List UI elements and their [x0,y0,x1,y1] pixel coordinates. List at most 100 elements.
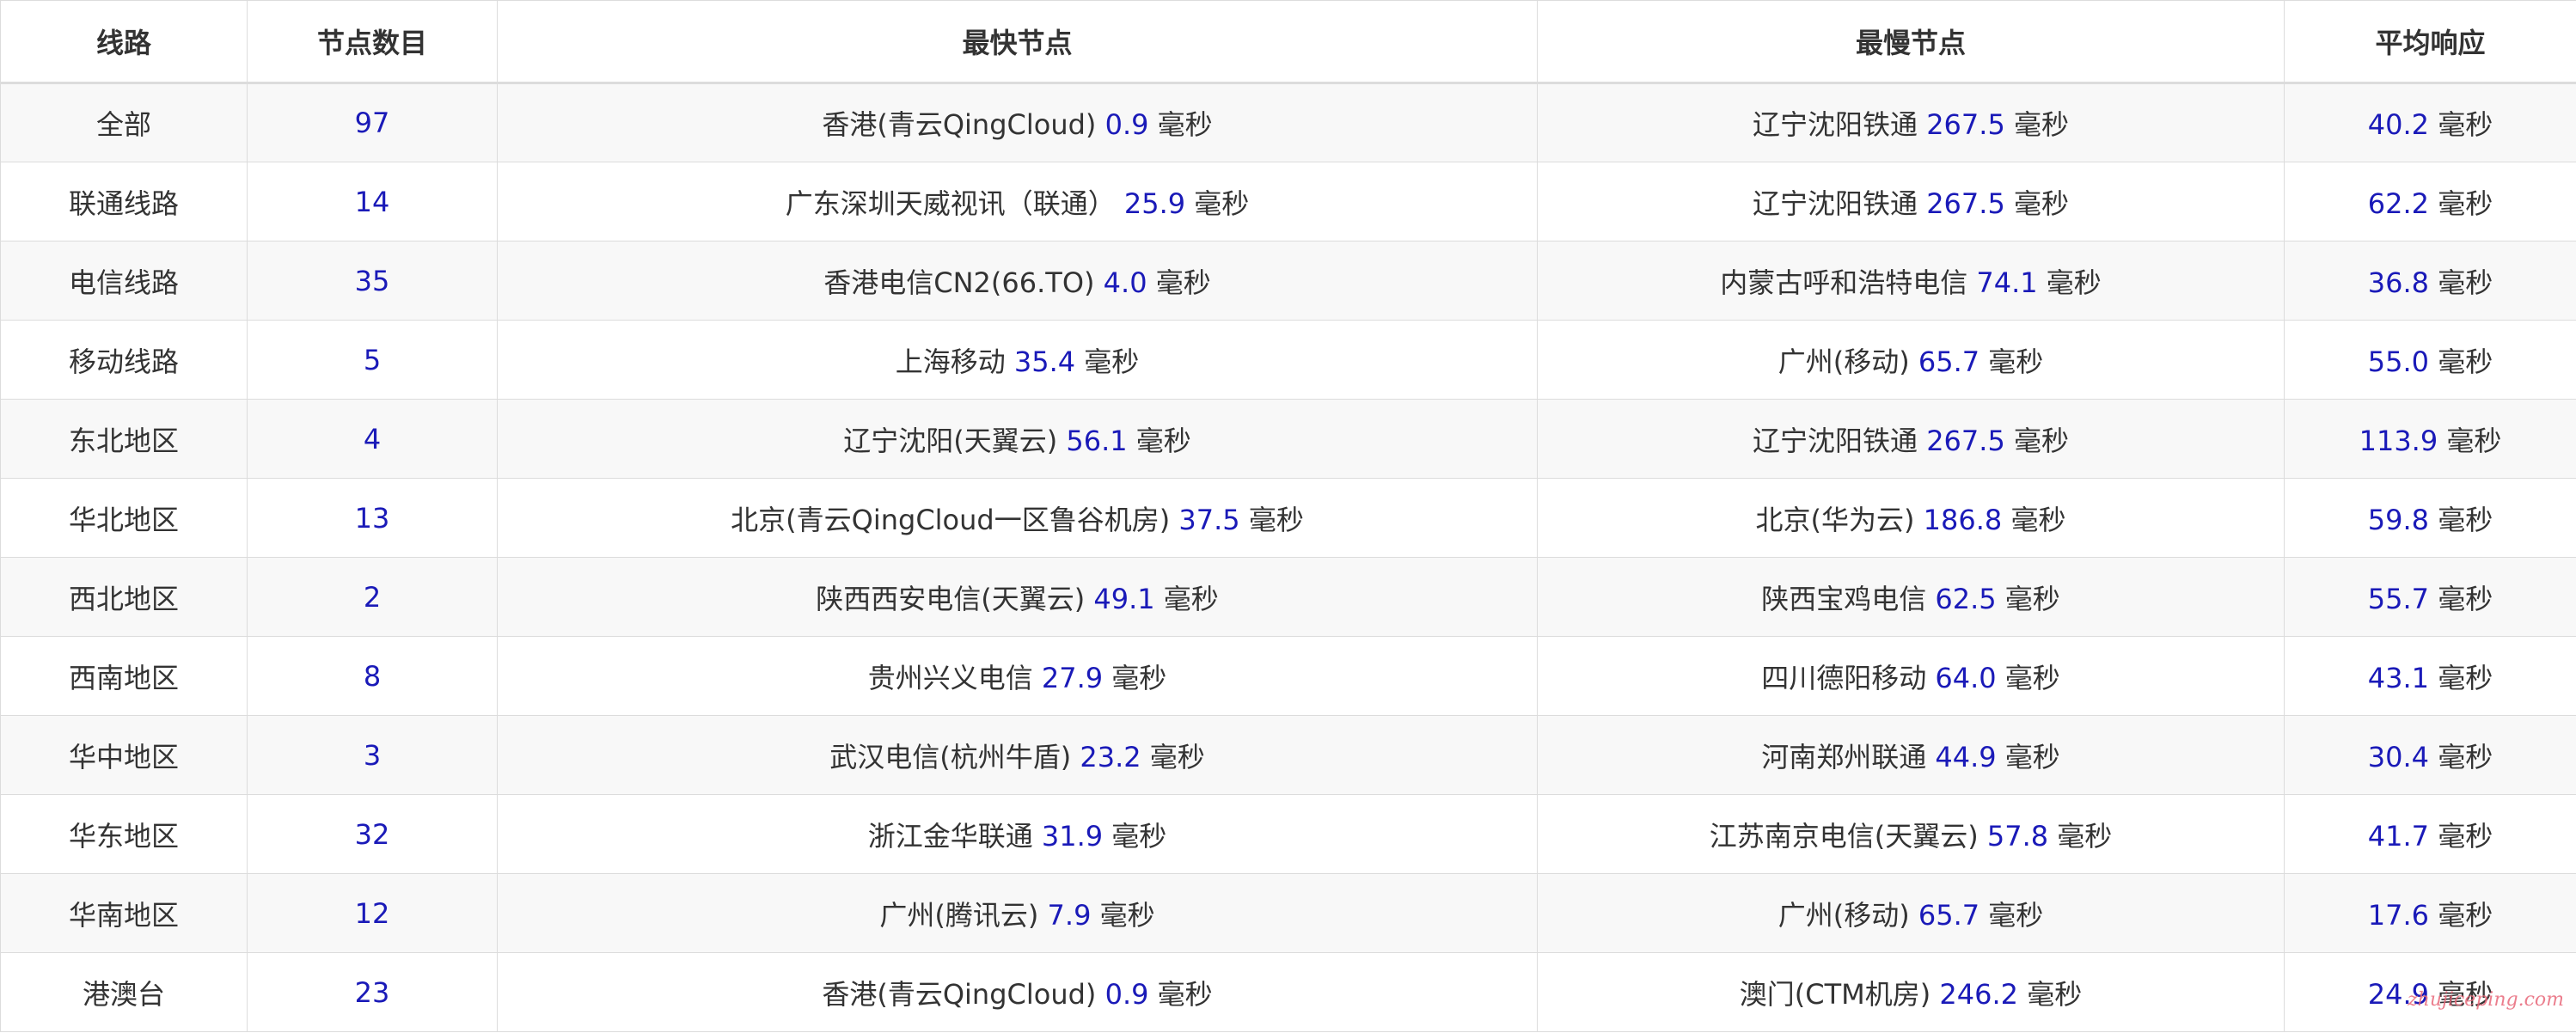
header-average-response: 平均响应 [2284,0,2576,84]
slowest-node-cell: 内蒙古呼和浩特电信 74.1 毫秒 [1537,241,2285,321]
slowest-node-cell: 辽宁沈阳铁通 267.5 毫秒 [1537,399,2285,479]
latency-unit: 毫秒 [2438,661,2493,694]
average-response-cell: 62.2 毫秒 [2284,162,2576,241]
latency-unit: 毫秒 [2438,345,2493,378]
slowest-node-name: 四川德阳移动 [1761,661,1927,694]
latency-unit: 毫秒 [1111,819,1167,853]
header-slowest-node: 最慢节点 [1537,0,2285,84]
slowest-node-latency: 64.0 [1935,661,1997,694]
node-count-cell: 2 [247,557,498,637]
slowest-node-latency: 267.5 [1926,186,2005,220]
fastest-node-latency: 4.0 [1103,266,1147,299]
fastest-node-latency: 35.4 [1013,345,1076,378]
slowest-node-latency: 65.7 [1918,898,1980,932]
table-row: 西北地区 2 陕西西安电信(天翼云) 49.1 毫秒 陕西宝鸡电信 62.5 毫秒 55… [0,557,2576,637]
fastest-node-cell: 武汉电信(杭州牛盾) 23.2 毫秒 [497,715,1538,795]
table-row: 电信线路 35 香港电信CN2(66.TO) 4.0 毫秒 内蒙古呼和浩特电信 74.… [0,241,2576,321]
latency-unit: 毫秒 [1135,424,1191,457]
slowest-node-latency: 74.1 [1976,266,2038,299]
route-cell: 华中地区 [0,715,248,795]
slowest-node-latency: 186.8 [1923,503,2003,536]
header-row: 线路 节点数目 最快节点 最慢节点 平均响应 [0,0,2576,84]
average-response-cell: 30.4 毫秒 [2284,715,2576,795]
header-route: 线路 [0,0,248,84]
table-row: 移动线路 5 上海移动 35.4 毫秒 广州(移动) 65.7 毫秒 55.0 毫秒 [0,320,2576,400]
slowest-node-cell: 广州(移动) 65.7 毫秒 [1537,873,2285,953]
latency-unit: 毫秒 [2010,503,2066,536]
table-row: 联通线路 14 广东深圳天威视讯（联通） 25.9 毫秒 辽宁沈阳铁通 267.5 毫… [0,162,2576,241]
latency-unit: 毫秒 [1157,108,1213,141]
average-response-cell: 59.8 毫秒 [2284,478,2576,558]
latency-unit: 毫秒 [1248,503,1304,536]
table-row: 东北地区 4 辽宁沈阳(天翼云) 56.1 毫秒 辽宁沈阳铁通 267.5 毫秒 113… [0,399,2576,479]
latency-unit: 毫秒 [2438,266,2493,299]
average-latency: 43.1 [2367,661,2430,694]
fastest-node-latency: 27.9 [1041,661,1104,694]
slowest-node-name: 辽宁沈阳铁通 [1753,108,1918,141]
latency-unit: 毫秒 [1111,661,1167,694]
fastest-node-cell: 香港电信CN2(66.TO) 4.0 毫秒 [497,241,1538,321]
slowest-node-cell: 河南郑州联通 44.9 毫秒 [1537,715,2285,795]
slowest-node-cell: 辽宁沈阳铁通 267.5 毫秒 [1537,162,2285,241]
table-row: 华东地区 32 浙江金华联通 31.9 毫秒 江苏南京电信(天翼云) 57.8 毫秒 4… [0,794,2576,874]
node-count-cell: 23 [247,952,498,1032]
fastest-node-cell: 北京(青云QingCloud一区鲁谷机房) 37.5 毫秒 [497,478,1538,558]
average-response-cell: 40.2 毫秒 [2284,83,2576,162]
node-count-cell: 8 [247,636,498,716]
route-cell: 港澳台 [0,952,248,1032]
route-cell: 华东地区 [0,794,248,874]
slowest-node-latency: 44.9 [1935,740,1997,773]
table-row: 全部 97 香港(青云QingCloud) 0.9 毫秒 辽宁沈阳铁通 267.5 毫… [0,83,2576,162]
latency-unit: 毫秒 [1099,898,1155,932]
average-response-cell: 41.7 毫秒 [2284,794,2576,874]
fastest-node-latency: 31.9 [1041,819,1104,853]
slowest-node-name: 广州(移动) [1778,345,1910,378]
fastest-node-cell: 浙江金华联通 31.9 毫秒 [497,794,1538,874]
slowest-node-cell: 北京(华为云) 186.8 毫秒 [1537,478,2285,558]
fastest-node-name: 贵州兴义电信 [867,661,1033,694]
table-row: 西南地区 8 贵州兴义电信 27.9 毫秒 四川德阳移动 64.0 毫秒 43.1 毫秒 [0,636,2576,716]
latency-unit: 毫秒 [2004,740,2060,773]
slowest-node-latency: 267.5 [1926,108,2005,141]
route-cell: 东北地区 [0,399,248,479]
latency-unit: 毫秒 [1157,977,1213,1011]
ping-results-table: 线路 节点数目 最快节点 最慢节点 平均响应 全部 97 香港(青云QingClou… [0,0,2576,1032]
average-response-cell: 55.0 毫秒 [2284,320,2576,400]
fastest-node-latency: 56.1 [1066,424,1128,457]
latency-unit: 毫秒 [2446,424,2502,457]
latency-unit: 毫秒 [2438,503,2493,536]
latency-unit: 毫秒 [2438,108,2493,141]
fastest-node-latency: 23.2 [1080,740,1141,773]
latency-unit: 毫秒 [2004,661,2060,694]
fastest-node-name: 广东深圳天威视讯（联通） [785,186,1116,220]
slowest-node-latency: 246.2 [1939,977,2019,1011]
fastest-node-latency: 49.1 [1093,582,1155,615]
latency-unit: 毫秒 [1988,345,2044,378]
node-count-cell: 12 [247,873,498,953]
slowest-node-name: 河南郑州联通 [1761,740,1927,773]
route-cell: 电信线路 [0,241,248,321]
slowest-node-name: 内蒙古呼和浩特电信 [1720,266,1968,299]
slowest-node-cell: 辽宁沈阳铁通 267.5 毫秒 [1537,83,2285,162]
node-count-cell: 3 [247,715,498,795]
latency-unit: 毫秒 [1163,582,1219,615]
node-count-cell: 32 [247,794,498,874]
node-count-cell: 14 [247,162,498,241]
slowest-node-name: 陕西宝鸡电信 [1761,582,1927,615]
table-row: 华中地区 3 武汉电信(杭州牛盾) 23.2 毫秒 河南郑州联通 44.9 毫秒 30.… [0,715,2576,795]
average-latency: 62.2 [2367,186,2430,220]
node-count-cell: 13 [247,478,498,558]
slowest-node-cell: 澳门(CTM机房) 246.2 毫秒 [1537,952,2285,1032]
fastest-node-cell: 辽宁沈阳(天翼云) 56.1 毫秒 [497,399,1538,479]
average-latency: 40.2 [2367,108,2430,141]
header-node-count: 节点数目 [247,0,498,84]
fastest-node-cell: 陕西西安电信(天翼云) 49.1 毫秒 [497,557,1538,637]
slowest-node-name: 辽宁沈阳铁通 [1753,424,1918,457]
fastest-node-cell: 贵州兴义电信 27.9 毫秒 [497,636,1538,716]
latency-unit: 毫秒 [2013,424,2069,457]
average-response-cell: 113.9 毫秒 [2284,399,2576,479]
header-fastest-node: 最快节点 [497,0,1538,84]
latency-unit: 毫秒 [2027,977,2083,1011]
latency-unit: 毫秒 [2438,740,2493,773]
average-latency: 55.0 [2367,345,2430,378]
